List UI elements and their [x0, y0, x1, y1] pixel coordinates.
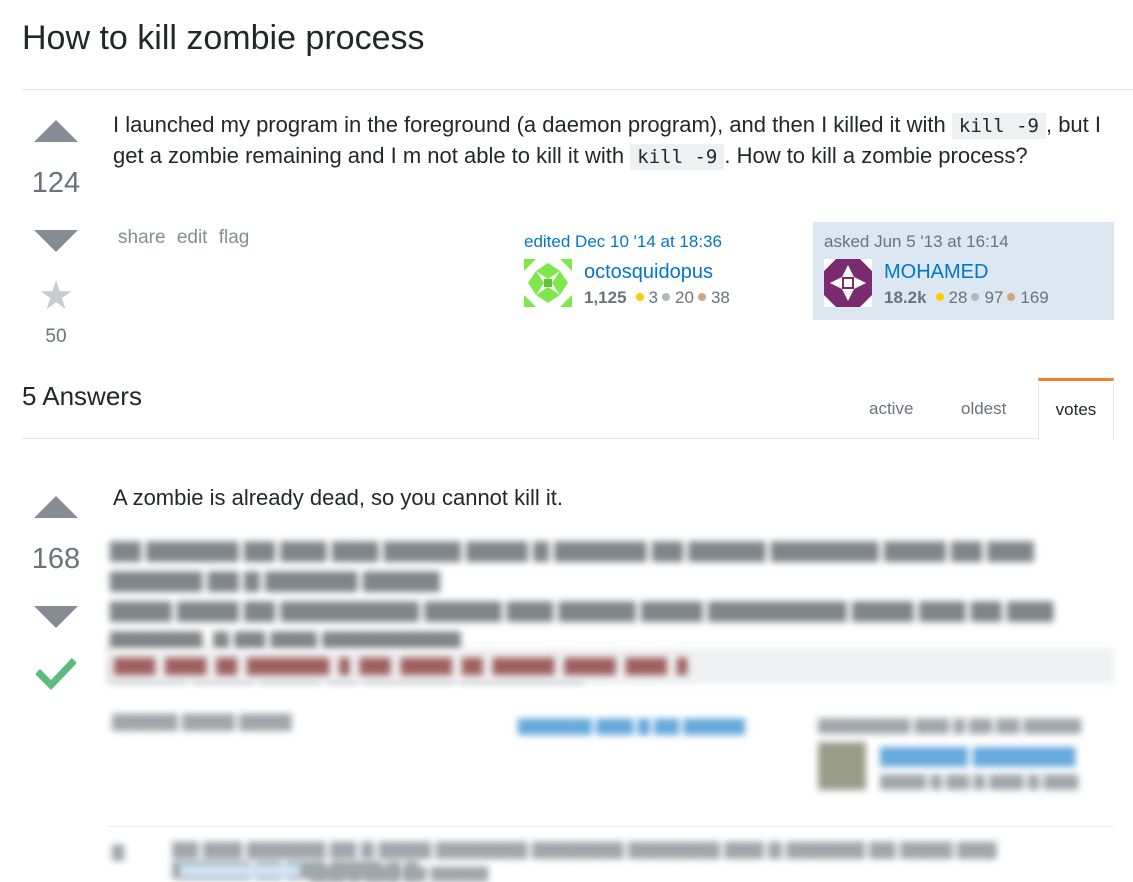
favorite-count: 50: [45, 326, 67, 347]
answer-obscured-author: ▇▇▇▇▇▇ ▇▇▇▇▇▇▇: [880, 746, 1076, 767]
asked-timestamp: asked Jun 5 '13 at 16:14: [824, 232, 1009, 251]
title-divider: [22, 89, 1133, 90]
share-link[interactable]: share: [118, 227, 166, 248]
question-body: I launched my program in the foreground …: [113, 110, 1103, 172]
gold-badge-count: 28: [948, 288, 968, 307]
editor-avatar[interactable]: [524, 259, 572, 307]
answer-obscured-edited: ▇▇▇▇▇▇ ▇▇▇ ▇ ▇▇ ▇▇▇▇▇: [518, 718, 745, 735]
question-post-menu: share edit flag: [118, 227, 255, 249]
accepted-check-icon: [36, 658, 76, 691]
silver-badge-count: 20: [675, 288, 694, 307]
tab-active[interactable]: active: [869, 378, 913, 439]
editor-reputation: 1,125 3 20 38: [584, 288, 730, 308]
answers-count-heading: 5 Answers: [22, 381, 142, 411]
bronze-badge-icon: [697, 293, 706, 301]
editor-rep-score: 1,125: [584, 288, 627, 307]
question-text: I launched my program in the foreground …: [113, 112, 952, 137]
comment-obscured-score: ▇: [112, 844, 125, 861]
answer-obscured-avatar: [818, 742, 866, 790]
gold-badge-icon: [935, 293, 944, 301]
asker-avatar[interactable]: [824, 259, 872, 307]
answer-first-line: A zombie is already dead, so you cannot …: [113, 485, 564, 510]
tab-oldest[interactable]: oldest: [961, 378, 1006, 439]
edit-link[interactable]: edit: [177, 227, 208, 248]
gold-badge-icon: [635, 293, 644, 301]
question-text: . How to kill a zombie process?: [724, 143, 1028, 168]
silver-badge-icon: [971, 293, 980, 301]
comments-divider: [108, 826, 1114, 827]
edited-timestamp[interactable]: edited Dec 10 '14 at 18:36: [524, 232, 722, 252]
gold-badge-count: 3: [648, 288, 659, 307]
inline-code: kill -9: [630, 144, 725, 170]
editor-name[interactable]: octosquidopus: [584, 261, 713, 284]
answer-obscured-menu: ▇▇▇▇▇ ▇▇▇▇ ▇▇▇▇: [112, 712, 292, 731]
asked-signature: asked Jun 5 '13 at 16:14 MOHAMED 18.2k 28…: [813, 222, 1114, 320]
bronze-badge-count: 38: [710, 288, 730, 307]
silver-badge-count: 97: [984, 288, 1004, 307]
question-vote-count: 124: [31, 167, 81, 199]
flag-link[interactable]: flag: [219, 227, 250, 248]
silver-badge-icon: [662, 293, 671, 301]
edited-signature: edited Dec 10 '14 at 18:36 octosquidopus…: [524, 222, 784, 318]
asker-reputation: 18.2k 28 97 169: [884, 288, 1049, 308]
question-upvote-icon[interactable]: [34, 120, 78, 142]
inline-code: kill -9: [951, 113, 1046, 139]
tab-votes[interactable]: votes: [1038, 378, 1114, 440]
comment-obscured-text: ▇▇ ▇▇▇ ▇▇▇▇▇▇ ▇▇ ▇ ▇▇▇▇ ▇▇▇▇▇▇▇ ▇▇▇▇▇▇▇ …: [172, 840, 997, 879]
answer-obscured-asked: ▇▇▇▇▇▇▇▇ ▇▇▇ ▇ ▇▇ ▇▇ ▇▇▇▇▇: [818, 717, 1082, 734]
bronze-badge-count: 169: [1020, 288, 1049, 307]
page-title[interactable]: How to kill zombie process: [22, 19, 424, 58]
question-downvote-icon[interactable]: [34, 230, 78, 252]
comment-obscured-user: [180, 864, 300, 878]
asker-name[interactable]: MOHAMED: [884, 261, 988, 284]
asker-rep-score: 18.2k: [884, 288, 927, 307]
answer-obscured-rep: ▇▇▇▇ ▇ ▇▇ ▇ ▇▇▇ ▇ ▇▇▇: [880, 773, 1079, 790]
answer-downvote-icon[interactable]: [34, 606, 78, 628]
answers-tabs-divider: [22, 438, 1114, 439]
answer-obscured-code: ▇▇▇▇ ▇▇▇▇ ▇▇ ▇▇▇▇▇▇▇▇ ▇ ▇▇▇ ▇▇▇▇▇ ▇▇ ▇▇▇…: [106, 648, 1114, 684]
bronze-badge-icon: [1007, 293, 1016, 301]
answer-vote-count: 168: [31, 543, 81, 575]
answer-upvote-icon[interactable]: [34, 496, 78, 518]
favorite-star-icon[interactable]: ★: [22, 276, 90, 316]
comment-obscured-date: ▇▇▇ ▇ ▇▇▇ ▇▇ ▇▇▇▇▇: [310, 865, 489, 882]
